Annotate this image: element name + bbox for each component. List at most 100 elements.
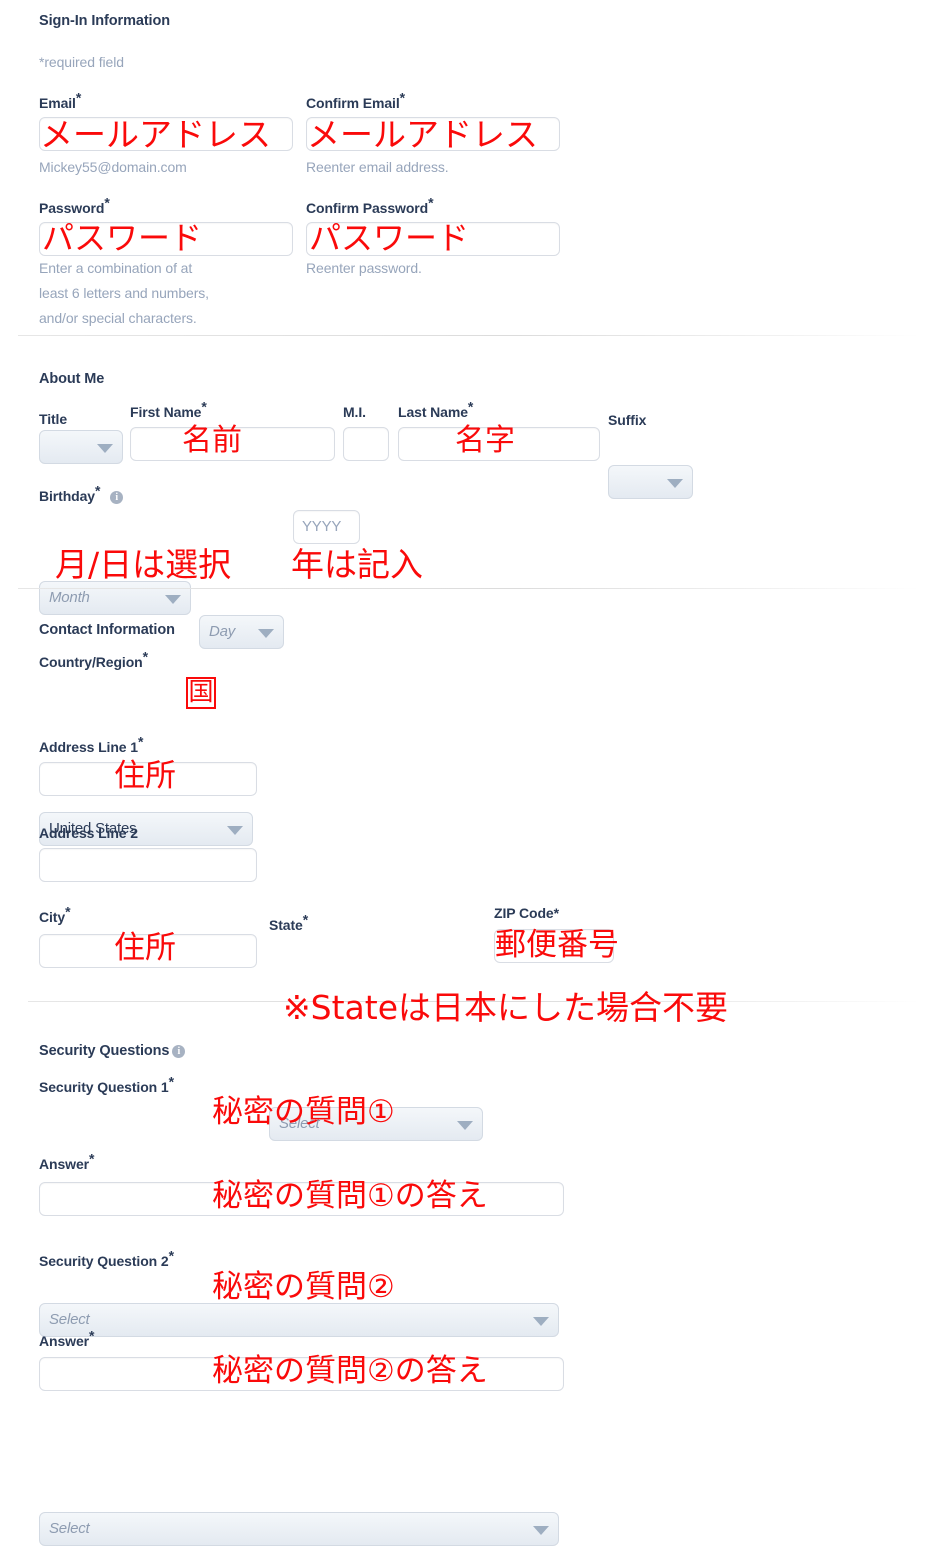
select-title[interactable] [39, 430, 123, 464]
required-marker: * [399, 89, 405, 106]
label-answer-2: Answer* [39, 1328, 94, 1349]
section-divider [18, 335, 920, 336]
annotation-country: 国 [186, 677, 216, 709]
label-confirm-email: Confirm Email* [306, 90, 405, 111]
annotation-city: 住所 [114, 930, 176, 966]
label-birthday: Birthday* i [39, 483, 124, 504]
required-marker: * [104, 194, 110, 211]
required-marker: * [88, 1150, 95, 1167]
label-password-text: Password [39, 200, 105, 216]
annotation-email: メールアドレス [40, 115, 271, 154]
annotation-security-question-2: 秘密の質問② [212, 1269, 395, 1305]
required-marker: * [137, 733, 144, 750]
required-marker: * [88, 1327, 95, 1344]
section-title-security-text: Security Questions [39, 1043, 170, 1059]
info-icon[interactable]: i [172, 1044, 186, 1058]
annotation-state-note: ※Stateは日本にした場合不要 [283, 988, 729, 1027]
label-first-name: First Name* [130, 399, 207, 420]
required-marker: * [428, 194, 434, 211]
label-title: Title [39, 411, 68, 427]
chevron-down-icon [97, 444, 113, 453]
chevron-down-icon [667, 479, 683, 488]
label-zip: ZIP Code* [494, 905, 559, 921]
section-divider [18, 588, 920, 589]
hint-confirm-email: Reenter email address. [306, 159, 449, 175]
select-birth-month[interactable]: Month [39, 581, 191, 615]
required-marker: * [201, 398, 207, 415]
required-marker: * [168, 1247, 174, 1264]
select-security-question-2-text: Select [49, 1520, 90, 1537]
label-email-text: Email [39, 95, 76, 111]
chevron-down-icon [533, 1526, 549, 1535]
label-security-question-2-text: Security Question 2 [39, 1253, 169, 1269]
annotation-first-name: 名前 [182, 423, 242, 458]
label-email: Email* [39, 90, 81, 111]
select-birth-month-text: Month [49, 589, 90, 606]
required-field-note: *required field [39, 54, 124, 70]
select-security-question-2[interactable]: Select [39, 1512, 559, 1546]
label-state-text: State [269, 917, 303, 933]
annotation-address1: 住所 [114, 758, 176, 794]
label-state: State* [269, 912, 308, 933]
required-marker: * [302, 911, 309, 928]
required-marker: * [168, 1073, 174, 1090]
select-birth-day[interactable]: Day [199, 615, 284, 649]
label-confirm-password-text: Confirm Password [306, 200, 429, 216]
section-title-contact: Contact Information [39, 622, 175, 638]
label-address1-text: Address Line 1 [39, 739, 138, 755]
label-answer-1: Answer* [39, 1151, 94, 1172]
input-birth-year[interactable]: YYYY [293, 510, 360, 544]
section-title-about-me: About Me [39, 371, 105, 387]
annotation-confirm-email: メールアドレス [307, 115, 538, 154]
chevron-down-icon [533, 1317, 549, 1326]
annotation-confirm-password: パスワード [309, 219, 470, 257]
annotation-birthday-year: 年は記入 [291, 545, 423, 584]
required-marker: * [75, 89, 82, 106]
label-security-question-1: Security Question 1* [39, 1074, 174, 1095]
annotation-answer-2: 秘密の質問②の答え [212, 1353, 488, 1389]
section-title-security: Security Questions i [39, 1043, 186, 1059]
label-birthday-text: Birthday [39, 488, 95, 504]
section-title-signin: Sign-In Information [39, 13, 171, 29]
label-country: Country/Region* [39, 649, 148, 670]
annotation-birthday-month-day: 月/日は選択 [55, 545, 232, 584]
select-birth-day-text: Day [209, 623, 236, 640]
select-suffix[interactable] [608, 465, 693, 499]
chevron-down-icon [457, 1121, 473, 1130]
label-first-name-text: First Name [130, 404, 202, 420]
annotation-security-question-1: 秘密の質問① [212, 1094, 395, 1130]
label-city: City* [39, 904, 71, 925]
annotation-zip: 郵便番号 [495, 927, 619, 963]
required-marker: * [142, 648, 148, 665]
select-security-question-1[interactable]: Select [39, 1303, 559, 1337]
chevron-down-icon [165, 595, 181, 604]
label-suffix: Suffix [608, 412, 647, 428]
hint-email: Mickey55@domain.com [39, 159, 187, 175]
hint-password: Enter a combination of at least 6 letter… [39, 260, 209, 326]
label-address2: Address Line 2 [39, 825, 138, 841]
input-middle-initial[interactable] [343, 427, 389, 461]
annotation-answer-1: 秘密の質問①の答え [212, 1178, 488, 1214]
label-answer-1-text: Answer [39, 1156, 89, 1172]
select-security-question-1-text: Select [49, 1311, 90, 1328]
label-confirm-password: Confirm Password* [306, 195, 434, 216]
label-security-question-2: Security Question 2* [39, 1248, 174, 1269]
required-marker: * [467, 398, 474, 415]
label-last-name: Last Name* [398, 399, 473, 420]
label-address1: Address Line 1* [39, 734, 143, 755]
annotation-password: パスワード [42, 219, 203, 257]
info-icon[interactable]: i [110, 490, 124, 504]
label-country-text: Country/Region [39, 654, 143, 670]
annotation-last-name: 名字 [455, 423, 515, 458]
label-confirm-email-text: Confirm Email [306, 95, 400, 111]
label-middle-initial: M.I. [343, 404, 366, 420]
input-birth-year-placeholder: YYYY [302, 518, 342, 535]
chevron-down-icon [258, 629, 274, 638]
label-password: Password* [39, 195, 110, 216]
input-address2[interactable] [39, 848, 257, 882]
label-last-name-text: Last Name [398, 404, 468, 420]
chevron-down-icon [227, 826, 243, 835]
required-marker: * [95, 482, 101, 499]
label-city-text: City [39, 909, 66, 925]
required-marker: * [65, 903, 71, 920]
